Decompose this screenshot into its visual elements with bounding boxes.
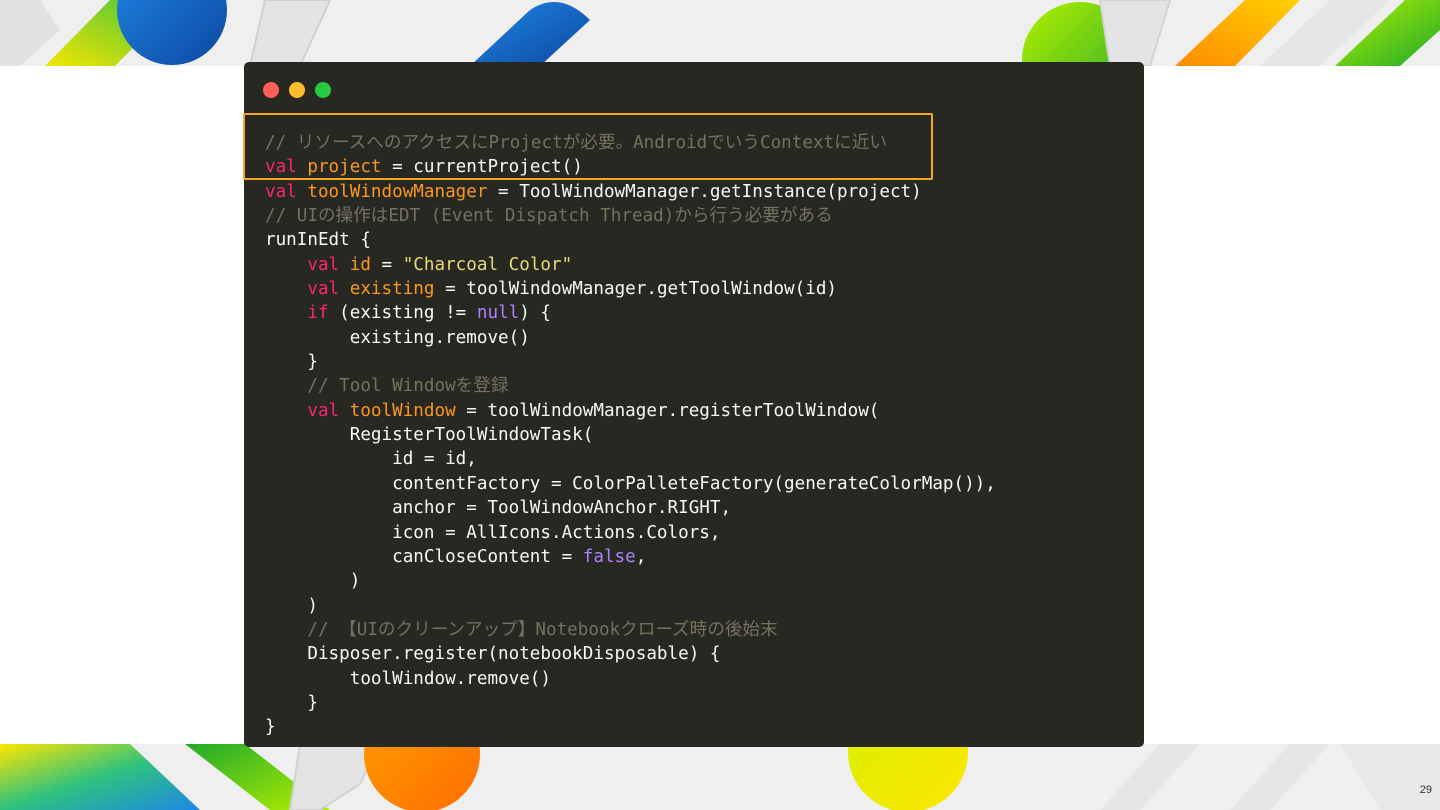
page-number: 29 xyxy=(1419,784,1432,796)
code-token: val xyxy=(307,254,340,275)
code-token: canCloseContent = xyxy=(265,546,583,567)
code-line: existing.remove() xyxy=(265,326,996,350)
code-token: ) { xyxy=(519,303,552,324)
close-dot-icon xyxy=(263,82,279,98)
code-line: anchor = ToolWindowAnchor.RIGHT, xyxy=(265,496,996,520)
code-token: = toolWindowManager.registerToolWindow( xyxy=(455,400,880,421)
decorative-top-band xyxy=(0,0,1440,66)
code-token: = ToolWindowManager.getInstance(project) xyxy=(487,181,922,202)
code-token: = toolWindowManager.getToolWindow(id) xyxy=(434,279,838,300)
code-line: canCloseContent = false, xyxy=(265,545,996,569)
code-block: // リソースへのアクセスにProjectが必要。AndroidでいうConte… xyxy=(265,131,996,740)
minimize-dot-icon xyxy=(289,82,305,98)
code-token: id = id, xyxy=(265,449,477,470)
code-token: "Charcoal Color" xyxy=(402,254,573,275)
code-line: ) xyxy=(265,594,996,618)
code-token: } xyxy=(265,717,276,738)
code-line: } xyxy=(265,691,996,715)
code-line: RegisterToolWindowTask( xyxy=(265,423,996,447)
code-line: toolWindow.remove() xyxy=(265,667,996,691)
code-token: val xyxy=(307,400,340,421)
code-line: if (existing != null) { xyxy=(265,301,996,325)
code-line: Disposer.register(notebookDisposable) { xyxy=(265,642,996,666)
code-line: val toolWindow = toolWindowManager.regis… xyxy=(265,399,996,423)
code-token: id xyxy=(349,254,371,275)
code-line: val id = "Charcoal Color" xyxy=(265,253,996,277)
code-token: = currentProject() xyxy=(381,157,583,178)
code-token: toolWindow.remove() xyxy=(265,668,551,689)
code-token: (existing != xyxy=(328,303,477,324)
code-token: icon = AllIcons.Actions.Colors, xyxy=(265,522,721,543)
code-token: ) xyxy=(265,595,318,616)
code-token: if xyxy=(307,303,329,324)
decorative-shapes-bottom xyxy=(0,744,1440,810)
code-line: // リソースへのアクセスにProjectが必要。AndroidでいうConte… xyxy=(265,131,996,155)
code-line: runInEdt { xyxy=(265,228,996,252)
code-token: = xyxy=(370,254,403,275)
code-token: // UIの操作はEDT (Event Dispatch Thread)から行う… xyxy=(265,206,833,227)
code-token: ) xyxy=(265,571,361,592)
code-line: val existing = toolWindowManager.getTool… xyxy=(265,277,996,301)
code-line: val project = currentProject() xyxy=(265,155,996,179)
maximize-dot-icon xyxy=(315,82,331,98)
decorative-shapes-top xyxy=(0,0,1440,66)
code-token: // Tool Windowを登録 xyxy=(307,376,509,397)
decorative-bottom-band xyxy=(0,744,1440,810)
code-line: val toolWindowManager = ToolWindowManage… xyxy=(265,180,996,204)
code-token: // 【UIのクリーンアップ】Notebookクローズ時の後始末 xyxy=(307,619,778,640)
code-token: contentFactory = ColorPalleteFactory(gen… xyxy=(265,473,996,494)
code-token: existing.remove() xyxy=(265,327,530,348)
code-token: existing xyxy=(349,279,435,300)
code-token: val xyxy=(265,181,297,202)
code-token: toolWindow xyxy=(349,400,456,421)
code-token: null xyxy=(476,303,520,324)
code-token: RegisterToolWindowTask( xyxy=(265,425,594,446)
code-line: contentFactory = ColorPalleteFactory(gen… xyxy=(265,472,996,496)
code-line: ) xyxy=(265,569,996,593)
code-token: } xyxy=(265,352,318,373)
code-token: val xyxy=(307,279,340,300)
code-token: anchor = ToolWindowAnchor.RIGHT, xyxy=(265,498,732,519)
code-line: id = id, xyxy=(265,447,996,471)
code-token: toolWindowManager xyxy=(307,181,488,202)
code-window: // リソースへのアクセスにProjectが必要。AndroidでいうConte… xyxy=(244,62,1144,747)
code-line: // UIの操作はEDT (Event Dispatch Thread)から行う… xyxy=(265,204,996,228)
code-token: // リソースへのアクセスにProjectが必要。AndroidでいうConte… xyxy=(265,133,887,153)
code-token: false xyxy=(582,546,636,567)
code-line: // Tool Windowを登録 xyxy=(265,374,996,398)
code-line: } xyxy=(265,350,996,374)
window-controls xyxy=(263,82,331,98)
code-token: val xyxy=(265,157,297,178)
code-token: project xyxy=(307,157,382,178)
code-line: } xyxy=(265,715,996,739)
code-token: } xyxy=(265,692,318,713)
code-token: runInEdt { xyxy=(265,230,371,251)
code-line: // 【UIのクリーンアップ】Notebookクローズ時の後始末 xyxy=(265,618,996,642)
code-token: , xyxy=(635,546,647,567)
code-line: icon = AllIcons.Actions.Colors, xyxy=(265,521,996,545)
code-token: Disposer.register(notebookDisposable) { xyxy=(265,644,721,665)
